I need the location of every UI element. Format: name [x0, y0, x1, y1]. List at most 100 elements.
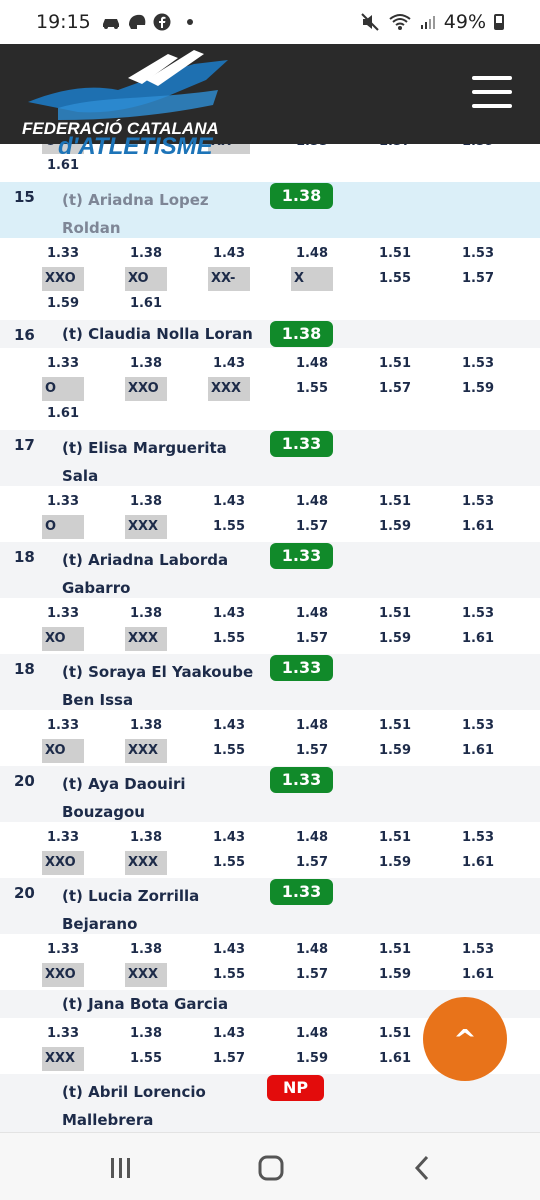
battery-icon	[494, 14, 504, 30]
bar-height: 1.48	[295, 1026, 329, 1041]
bar-height: 1.57	[461, 271, 495, 286]
best-mark-badge: 1.33	[270, 655, 333, 681]
bar-height: 1.48	[295, 356, 329, 371]
bar-height: 1.55	[212, 519, 246, 534]
attempts-row: 1.33 1.38 1.43 1.48 1.51 1.53 O XXX 1.55…	[0, 486, 540, 542]
athlete-row[interactable]: (t) Abril Lorencio Mallebrera NP	[0, 1074, 540, 1132]
athlete-name[interactable]: (t) Ariadna Lopez Roldan	[62, 186, 262, 242]
status-bar: 19:15 49%	[0, 0, 540, 44]
athlete-name[interactable]: (t) Soraya El Yaakoube Ben Issa	[62, 658, 262, 714]
athlete-rank: 18	[14, 548, 35, 566]
bar-height: 1.43	[212, 942, 246, 957]
bar-height: 1.48	[295, 606, 329, 621]
bar-height: 1.33	[46, 494, 80, 509]
attempt-result: XXX	[125, 515, 167, 539]
bar-height: 1.55	[378, 271, 412, 286]
bar-height: 1.38	[129, 606, 163, 621]
athlete-row[interactable]: 20 (t) Lucia Zorrilla Bejarano 1.33	[0, 878, 540, 934]
bar-height: 1.59	[378, 855, 412, 870]
athlete-name[interactable]: (t) Claudia Nolla Loran	[62, 320, 282, 348]
bar-height: 1.53	[461, 246, 495, 261]
athlete-name[interactable]: (t) Abril Lorencio Mallebrera	[62, 1078, 232, 1132]
bar-height: 1.51	[378, 718, 412, 733]
attempts-row: 1.33 1.38 1.43 1.48 1.51 1.53 XO XXX 1.5…	[0, 598, 540, 654]
facebook-icon	[153, 13, 171, 31]
dot-icon	[186, 19, 193, 25]
helmet-icon	[128, 14, 146, 29]
bar-height: 1.51	[378, 830, 412, 845]
athlete-name[interactable]: (t) Elisa Marguerita Sala	[62, 434, 262, 490]
best-mark-badge: 1.38	[270, 321, 333, 347]
menu-icon[interactable]	[472, 76, 512, 108]
system-nav-bar	[0, 1132, 540, 1200]
bar-height: 1.53	[461, 494, 495, 509]
athlete-rank: 16	[14, 326, 35, 344]
home-icon[interactable]	[256, 1153, 286, 1183]
bar-height: 1.61	[46, 158, 80, 173]
bar-height: 1.48	[295, 830, 329, 845]
athlete-row[interactable]: 18 (t) Soraya El Yaakoube Ben Issa 1.33	[0, 654, 540, 710]
bar-height: 1.61	[461, 519, 495, 534]
attempt-result: XO	[125, 267, 167, 291]
attempt-result: XXO	[42, 963, 84, 987]
athlete-name[interactable]: (t) Ariadna Laborda Gabarro	[62, 546, 262, 602]
bar-height: 1.57	[295, 519, 329, 534]
bar-height: 1.59	[378, 519, 412, 534]
bar-height: 1.59	[461, 381, 495, 396]
bar-height: 1.51	[378, 942, 412, 957]
attempt-result: XXX	[125, 851, 167, 875]
bar-height: 1.61	[461, 967, 495, 982]
bar-height: 1.33	[46, 718, 80, 733]
scroll-to-top-button[interactable]: ^	[423, 997, 507, 1081]
athlete-row[interactable]: 17 (t) Elisa Marguerita Sala 1.33	[0, 430, 540, 486]
bar-height: 1.57	[295, 855, 329, 870]
bar-height: 1.59	[46, 296, 80, 311]
bar-height: 1.59	[378, 631, 412, 646]
federacio-logo[interactable]: FEDERACIÓ CATALANA d'ATLETISME	[18, 50, 238, 154]
bar-height: 1.59	[378, 743, 412, 758]
attempt-result: XO	[42, 739, 84, 763]
bar-height: 1.55	[129, 1051, 163, 1066]
bar-height: 1.57	[295, 743, 329, 758]
bar-height: 1.61	[129, 296, 163, 311]
bar-height: 1.38	[129, 1026, 163, 1041]
bar-height: 1.55	[212, 743, 246, 758]
athlete-name[interactable]: (t) Jana Bota Garcia	[62, 990, 282, 1018]
best-mark-badge: 1.33	[270, 543, 333, 569]
bar-height: 1.48	[295, 246, 329, 261]
bar-height: 1.59	[457, 144, 499, 154]
back-icon[interactable]	[408, 1153, 438, 1183]
attempts-row: 1.33 1.38 1.43 1.48 1.51 1.53 XXO XO XX-…	[0, 238, 540, 320]
athlete-name[interactable]: (t) Lucia Zorrilla Bejarano	[62, 882, 222, 938]
clock: 19:15	[36, 11, 91, 33]
attempts-row: 1.33 1.38 1.43 1.48 1.51 1.53 XXO XXX 1.…	[0, 934, 540, 990]
attempt-result: XXX	[42, 1047, 84, 1071]
bar-height: 1.43	[212, 830, 246, 845]
notification-icons	[101, 13, 193, 31]
athlete-row[interactable]: 16 (t) Claudia Nolla Loran 1.38	[0, 320, 540, 348]
recent-apps-icon[interactable]	[106, 1153, 136, 1183]
bar-height: 1.53	[461, 942, 495, 957]
best-mark-badge: 1.33	[270, 431, 333, 457]
bar-height: 1.57	[378, 381, 412, 396]
athlete-row[interactable]: 18 (t) Ariadna Laborda Gabarro 1.33	[0, 542, 540, 598]
bar-height: 1.33	[46, 1026, 80, 1041]
bar-height: 1.48	[295, 494, 329, 509]
bar-height: 1.59	[378, 967, 412, 982]
attempt-result: O	[42, 515, 84, 539]
athlete-row[interactable]: 15 (t) Ariadna Lopez Roldan 1.38	[0, 182, 540, 238]
wifi-icon	[389, 14, 411, 30]
results-list[interactable]: O XX 1.55 1.57 1.59 1.61 15 (t) Ariadna …	[0, 144, 540, 1132]
chevron-up-icon: ^	[453, 1022, 477, 1056]
bar-height: 1.43	[212, 1026, 246, 1041]
logo-text-atletisme: d'ATLETISME	[58, 133, 214, 154]
bar-height: 1.55	[212, 855, 246, 870]
attempt-result: X	[291, 267, 333, 291]
athlete-row[interactable]: 20 (t) Aya Daouiri Bouzagou 1.33	[0, 766, 540, 822]
bar-height: 1.48	[295, 718, 329, 733]
battery-percent: 49%	[443, 11, 486, 33]
athlete-name[interactable]: (t) Aya Daouiri Bouzagou	[62, 770, 212, 826]
attempt-result: XXO	[125, 377, 167, 401]
bar-height: 1.33	[46, 356, 80, 371]
best-mark-badge: 1.33	[270, 767, 333, 793]
